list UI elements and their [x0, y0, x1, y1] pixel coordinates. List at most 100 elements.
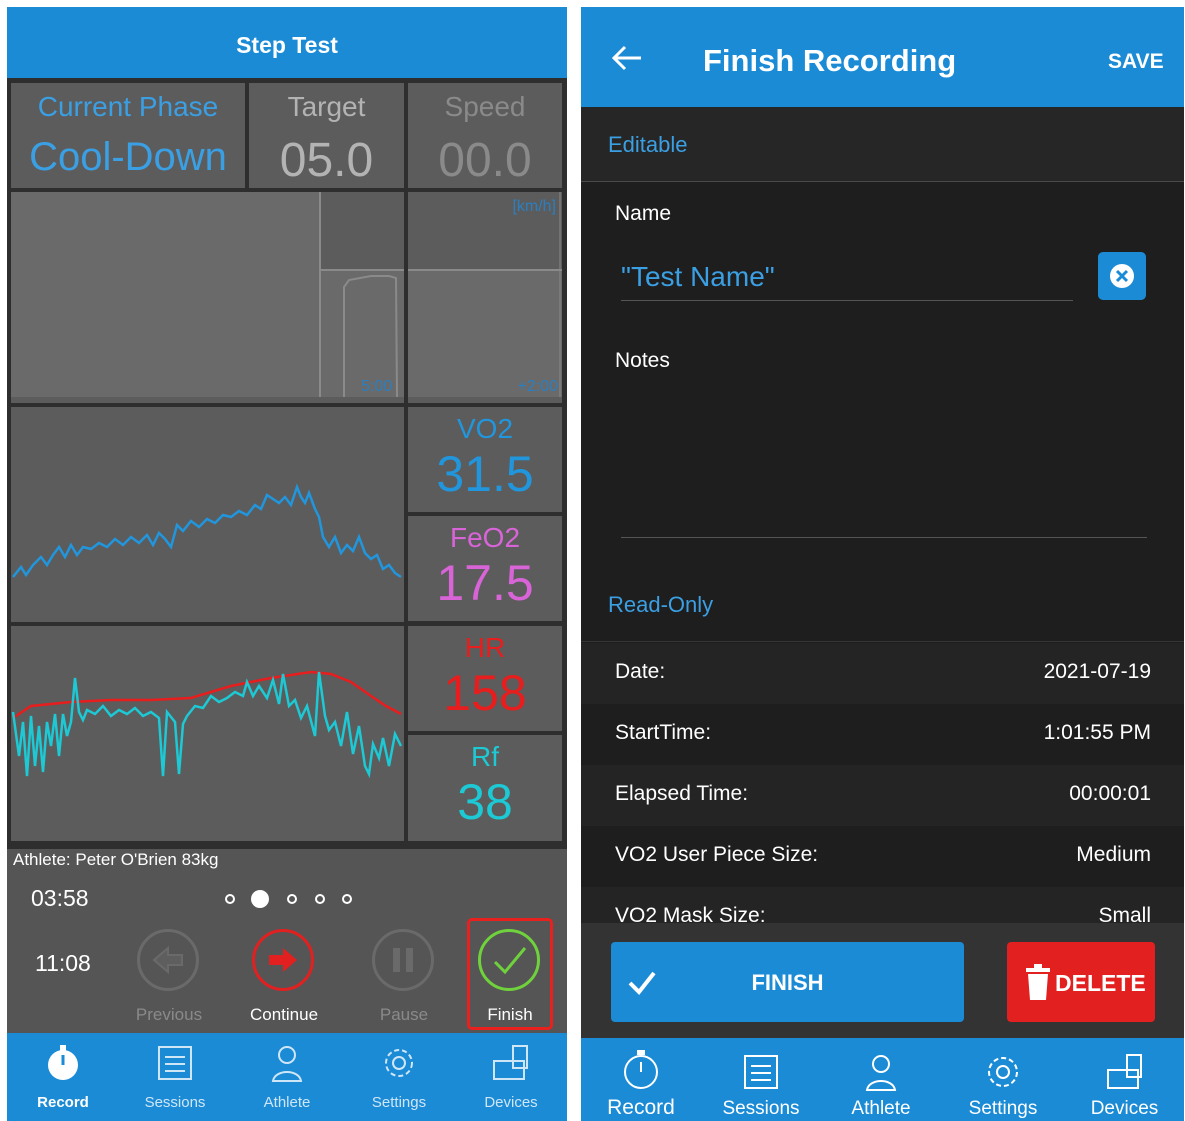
pause-icon — [372, 929, 434, 991]
tab-devices[interactable]: Devices — [1065, 1038, 1184, 1121]
hr-label: HR — [464, 632, 506, 663]
arrow-left-icon — [137, 929, 199, 991]
finish-label: Finish — [487, 1005, 533, 1024]
phase-chart: 5:00 — [11, 192, 404, 403]
tab-sessions[interactable]: Sessions — [701, 1038, 821, 1121]
pause-button[interactable]: Pause — [356, 925, 452, 1037]
speed-label: Speed — [444, 91, 526, 122]
editable-label: Editable — [608, 132, 688, 157]
delete-button-label: DELETE — [1055, 970, 1146, 996]
hr-metric: HR 158 — [408, 626, 562, 731]
tab-settings[interactable]: Settings — [941, 1038, 1065, 1121]
target-label: Target — [287, 91, 366, 122]
vo2-label: VO2 — [456, 413, 514, 444]
tab-label: Athlete — [263, 1094, 311, 1111]
devices-icon — [493, 1045, 528, 1080]
finish-button-label: FINISH — [751, 970, 824, 995]
target-value: 05.0 — [279, 134, 374, 187]
notes-label: Notes — [615, 349, 670, 372]
tab-label: Settings — [968, 1098, 1038, 1119]
readonly-label: Read-Only — [608, 592, 714, 617]
stopwatch-icon — [48, 1045, 78, 1080]
speed-unit-label: [km/h] — [512, 198, 556, 215]
step-test-screen: Step Test Current Phase Cool-Down Target… — [7, 7, 567, 1121]
hr-value: 158 — [443, 665, 527, 721]
previous-button[interactable]: Previous — [121, 925, 217, 1037]
clear-circle-icon — [1110, 264, 1134, 288]
editable-section-header: Editable — [581, 107, 1184, 182]
hr-rf-chart — [11, 626, 404, 841]
arrow-right-icon — [252, 929, 314, 991]
tab-bar: Record Sessions Athlete Settings Devices — [7, 1033, 567, 1121]
speed-chart-svg — [408, 192, 562, 397]
athlete-info: Athlete: Peter O'Brien 83kg — [13, 850, 219, 869]
dashboard-grid: Current Phase Cool-Down Target 05.0 Spee… — [7, 78, 567, 849]
tab-label: Athlete — [851, 1098, 911, 1119]
vo2-chart — [11, 407, 404, 622]
speed-time-label: +2:00 — [517, 378, 558, 395]
continue-button[interactable]: Continue — [236, 925, 332, 1037]
readonly-row: VO2 User Piece Size: Medium — [581, 826, 1184, 887]
tab-label: Sessions — [144, 1094, 206, 1111]
speed-cell: Speed 00.0 — [408, 83, 562, 188]
previous-label: Previous — [135, 1005, 203, 1024]
name-field[interactable]: "Test Name" — [621, 261, 1073, 301]
notes-field[interactable] — [621, 387, 1147, 537]
list-icon — [158, 1046, 192, 1080]
header-title: Step Test — [7, 7, 567, 78]
person-icon — [865, 1055, 897, 1091]
tab-label: Settings — [371, 1094, 427, 1111]
trash-icon — [1026, 964, 1050, 1000]
vo2-value: 31.5 — [436, 446, 534, 502]
speed-chart: [km/h] +2:00 — [408, 192, 562, 403]
page-dot[interactable] — [342, 894, 352, 904]
row-value: 00:00:01 — [1069, 782, 1151, 805]
row-value: Medium — [1076, 843, 1151, 866]
target-cell: Target 05.0 — [249, 83, 404, 188]
row-label: VO2 User Piece Size: — [615, 843, 819, 866]
elapsed-time: 03:58 — [31, 885, 89, 911]
delete-recording-button[interactable]: DELETE — [1007, 942, 1155, 1022]
feo2-label: FeO2 — [449, 522, 521, 553]
page-dot-active[interactable] — [251, 890, 269, 908]
notes-underline — [621, 537, 1147, 538]
tab-athlete[interactable]: Athlete — [231, 1033, 343, 1121]
tab-devices[interactable]: Devices — [455, 1033, 567, 1121]
page-dot[interactable] — [287, 894, 297, 904]
vo2-metric: VO2 31.5 — [408, 407, 562, 512]
finish-recording-button[interactable]: FINISH — [611, 942, 964, 1022]
tab-record[interactable]: Record — [7, 1033, 119, 1121]
row-value: 2021-07-19 — [1043, 660, 1151, 683]
tab-settings[interactable]: Settings — [343, 1033, 455, 1121]
finish-button[interactable]: Finish — [462, 925, 558, 1037]
readonly-row: Date: 2021-07-19 — [581, 643, 1184, 704]
rf-label: Rf — [471, 741, 499, 772]
row-label: StartTime: — [615, 721, 712, 744]
clear-name-button[interactable] — [1098, 252, 1146, 300]
page-dot[interactable] — [315, 894, 325, 904]
row-label: Elapsed Time: — [615, 782, 749, 805]
back-arrow-icon[interactable] — [611, 43, 643, 73]
clock-time: 11:08 — [35, 950, 91, 976]
row-value: 1:01:55 PM — [1043, 721, 1151, 744]
finish-recording-screen: Finish Recording SAVE Editable Name "Tes… — [581, 7, 1184, 1121]
hr-rf-chart-svg — [11, 670, 403, 779]
speed-value: 00.0 — [438, 134, 532, 187]
tab-label: Sessions — [722, 1098, 800, 1119]
phase-chart-svg — [11, 192, 404, 398]
page-dot[interactable] — [225, 894, 235, 904]
tab-record[interactable]: Record — [581, 1038, 701, 1121]
readonly-row: Elapsed Time: 00:00:01 — [581, 765, 1184, 826]
list-icon — [744, 1055, 778, 1089]
tab-athlete[interactable]: Athlete — [821, 1038, 941, 1121]
current-phase-label: Current Phase — [37, 91, 219, 122]
save-button[interactable]: SAVE — [1108, 50, 1164, 74]
rf-metric: Rf 38 — [408, 735, 562, 841]
page-indicator[interactable] — [225, 887, 365, 911]
tab-label: Record — [607, 1096, 675, 1119]
vo2-chart-svg — [12, 483, 402, 579]
readonly-row: StartTime: 1:01:55 PM — [581, 704, 1184, 765]
tab-sessions[interactable]: Sessions — [119, 1033, 231, 1121]
gear-icon — [988, 1057, 1018, 1087]
readonly-section-header: Read-Only — [581, 567, 1184, 642]
